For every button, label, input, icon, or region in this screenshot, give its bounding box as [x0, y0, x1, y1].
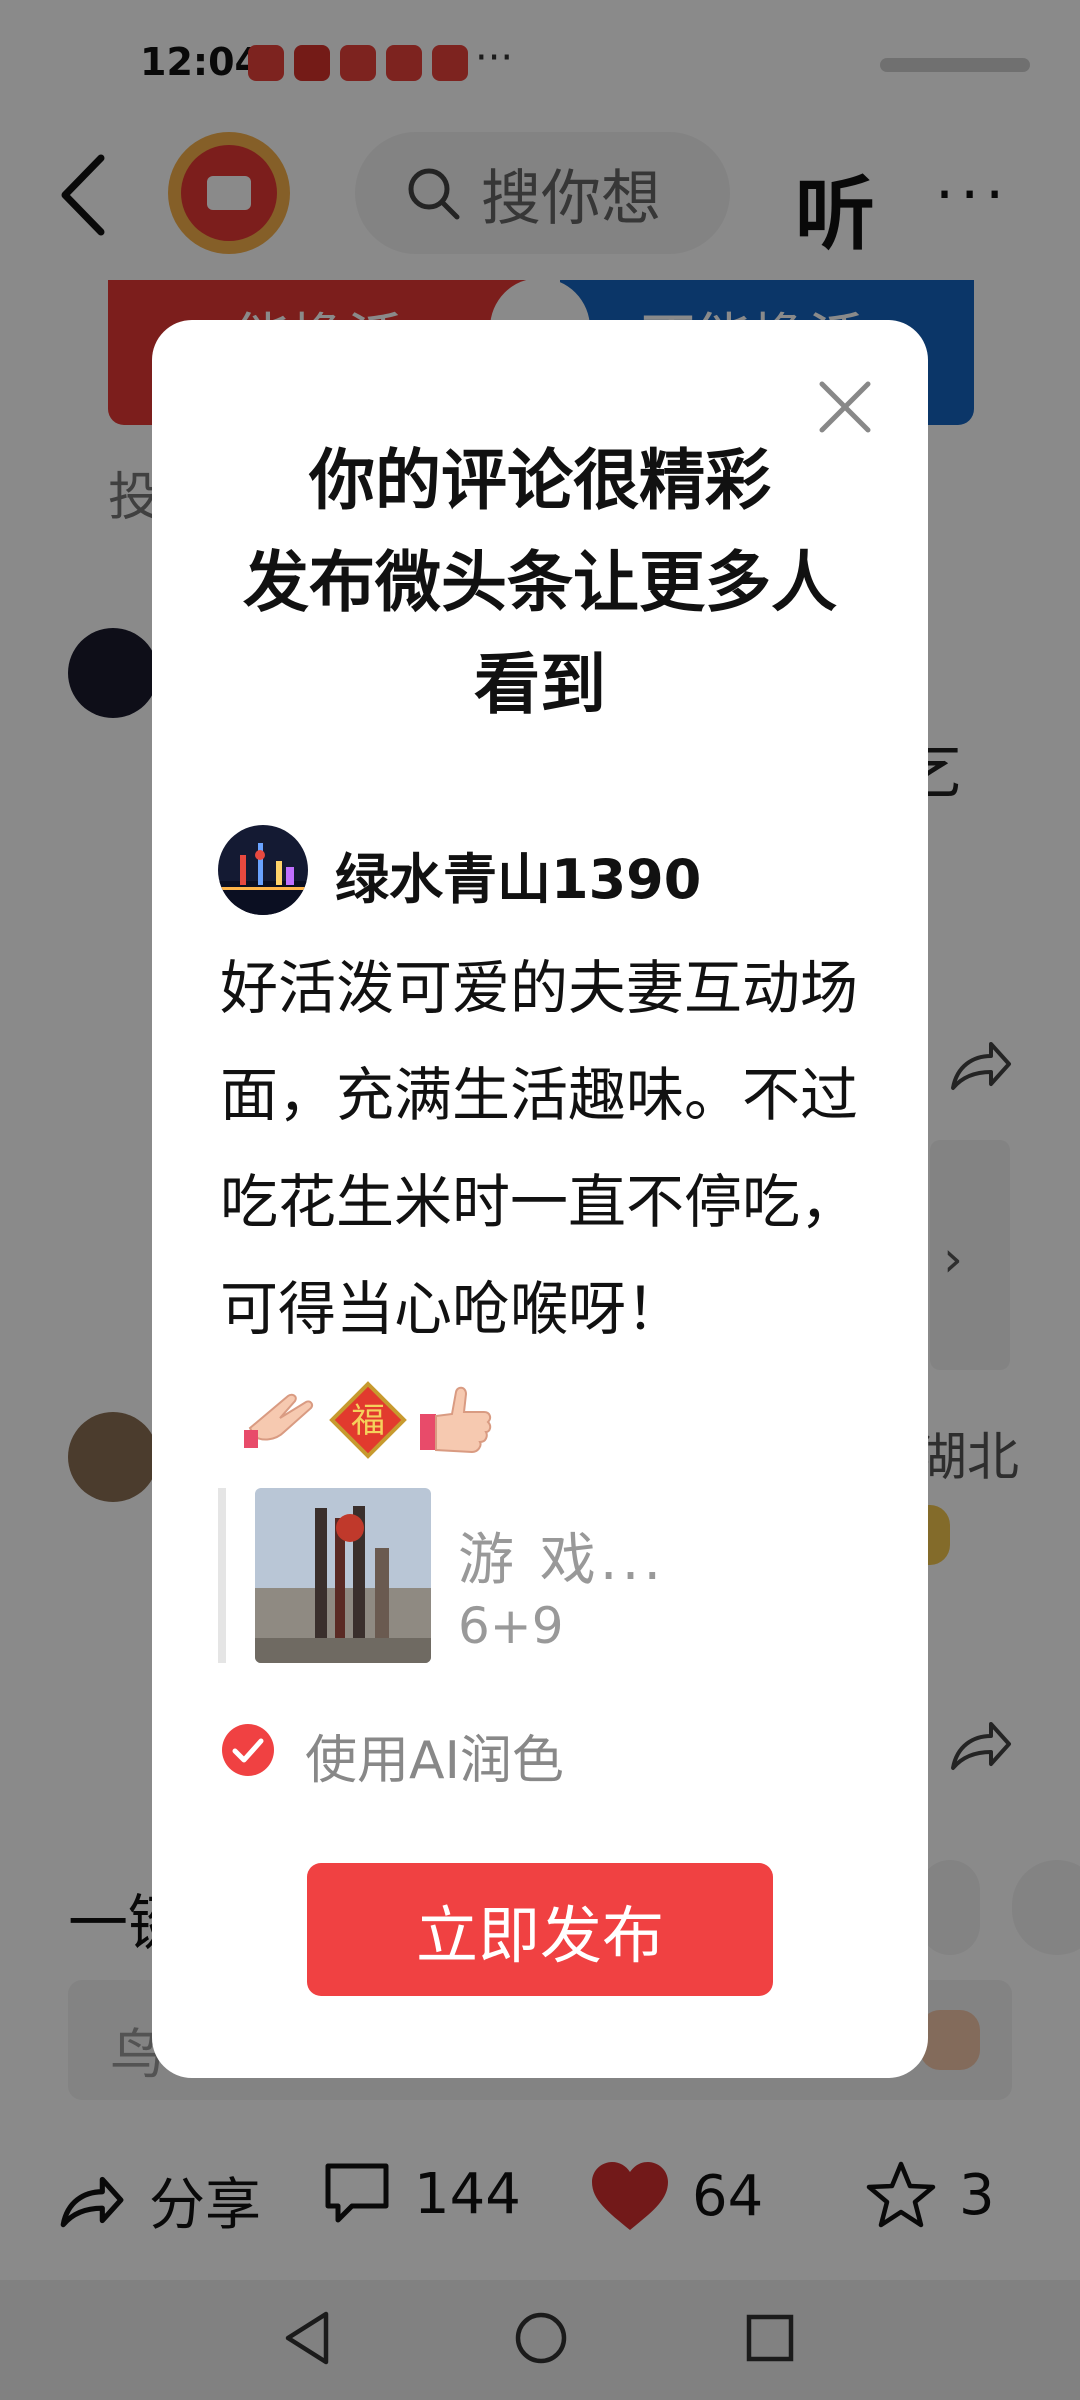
clap-emoji-icon	[244, 1393, 314, 1448]
emoji-group: 福	[240, 1380, 494, 1460]
quoted-post-thumbnail[interactable]	[255, 1488, 431, 1663]
publish-button[interactable]: 立即发布	[307, 1863, 773, 1996]
dialog-title-line: 你的评论很精彩	[309, 442, 771, 519]
dialog-title: 你的评论很精彩 发布微头条让更多人 看到	[152, 430, 928, 736]
username: 绿水青山1390	[335, 848, 702, 911]
dialog-title-line: 发布微头条让更多人	[243, 544, 837, 621]
checkbox-checked-icon[interactable]	[220, 1722, 276, 1778]
thumbs-up-emoji-icon	[420, 1386, 492, 1453]
comment-text: 好活泼可爱的夫妻互动场面，充满生活趣味。不过吃花生米时一直不停吃，可得当心呛喉呀…	[220, 954, 859, 1343]
fu-emoji-icon: 福	[329, 1381, 407, 1459]
comment-body: 好活泼可爱的夫妻互动场面，充满生活趣味。不过吃花生米时一直不停吃，可得当心呛喉呀…	[220, 935, 880, 1470]
user-avatar	[218, 825, 308, 915]
quoted-post-subtitle: 6+9	[458, 1597, 564, 1655]
quote-divider	[218, 1488, 226, 1663]
fu-character: 福	[351, 1401, 385, 1441]
ai-polish-label[interactable]: 使用AI润色	[305, 1718, 564, 1793]
dialog-title-line: 看到	[474, 646, 606, 723]
quoted-post-title: 游 戏...	[458, 1528, 666, 1593]
